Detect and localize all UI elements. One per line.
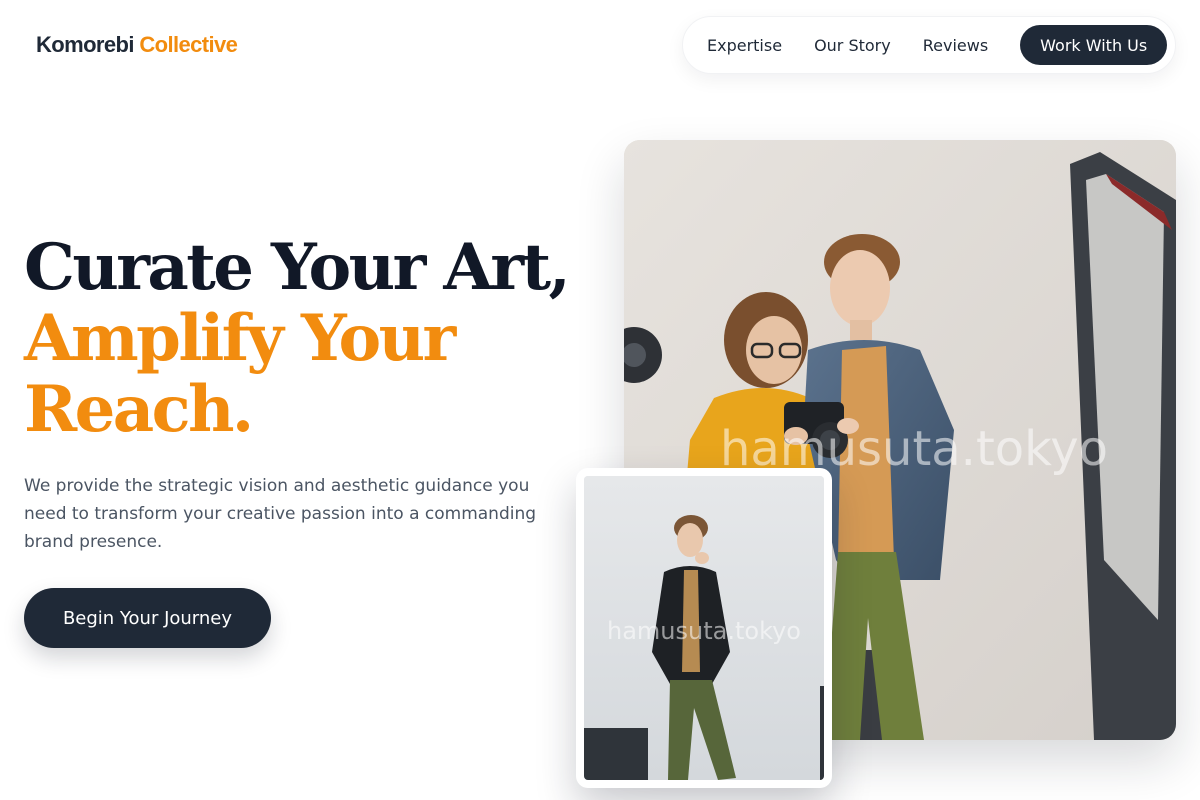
begin-journey-button[interactable]: Begin Your Journey bbox=[24, 588, 271, 648]
nav-link-our-story[interactable]: Our Story bbox=[814, 36, 891, 55]
secondary-photo-watermark: hamusuta.tokyo bbox=[607, 617, 801, 645]
landing-page: Komorebi Collective Expertise Our Story … bbox=[0, 0, 1200, 800]
nav-link-reviews[interactable]: Reviews bbox=[923, 36, 988, 55]
main-nav: Expertise Our Story Reviews Work With Us bbox=[682, 16, 1176, 74]
brand-name-primary: Komorebi bbox=[36, 32, 134, 57]
hero-description: We provide the strategic vision and aest… bbox=[24, 476, 537, 552]
nav-link-expertise[interactable]: Expertise bbox=[707, 36, 782, 55]
brand-name-accent: Collective bbox=[139, 32, 238, 57]
work-with-us-button[interactable]: Work With Us bbox=[1020, 25, 1168, 65]
hero-secondary-photo-card: hamusuta.tokyo bbox=[576, 468, 832, 788]
headline-line-2: Amplify Your bbox=[24, 301, 456, 376]
headline-line-1: Curate Your Art, bbox=[24, 230, 571, 305]
headline-line-3: Reach. bbox=[24, 372, 254, 447]
hero-secondary-photo: hamusuta.tokyo bbox=[584, 476, 824, 780]
brand-logo[interactable]: Komorebi Collective bbox=[36, 32, 238, 58]
hero-headline: Curate Your Art, Amplify Your Reach. bbox=[24, 230, 571, 447]
